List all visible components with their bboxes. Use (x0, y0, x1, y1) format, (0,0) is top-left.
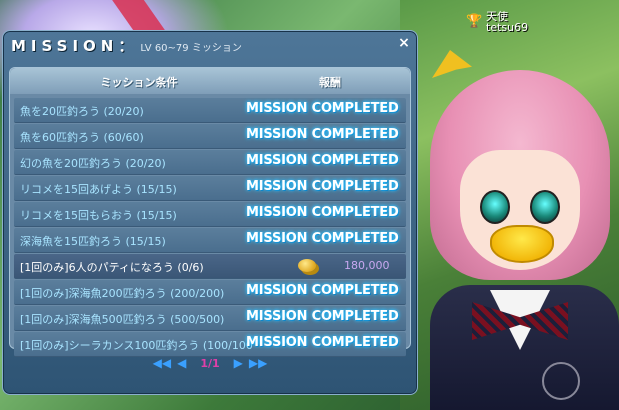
mission-condition: [1回のみ]シーラカンス100匹釣ろう (100/100) (20, 339, 252, 352)
mission-status: MISSION COMPLETED (246, 101, 399, 116)
column-condition: ミッション条件 (100, 76, 178, 89)
trophy-icon: 🏆 (466, 14, 483, 29)
window-subtitle: LV 60~79 ミッション (140, 43, 242, 54)
mission-status: MISSION COMPLETED (246, 179, 399, 194)
mission-condition: [1回のみ]深海魚200匹釣ろう (200/200) (20, 287, 225, 300)
mission-status: MISSION COMPLETED (246, 231, 399, 246)
mission-status: MISSION COMPLETED (246, 205, 399, 220)
mission-row[interactable]: 魚を20匹釣ろう (20/20) MISSION COMPLETED (14, 98, 406, 123)
mission-list-panel: ミッション条件 報酬 魚を20匹釣ろう (20/20) MISSION COMP… (9, 67, 411, 357)
mission-condition: 魚を20匹釣ろう (20/20) (20, 105, 144, 118)
player-character[interactable] (430, 40, 619, 410)
character-beak (490, 225, 554, 263)
mission-status: MISSION COMPLETED (246, 283, 399, 298)
character-emblem (542, 362, 580, 400)
mission-row-active[interactable]: [1回のみ]6人のパティになろう (0/6) 180,000 (14, 254, 406, 279)
mission-status: MISSION COMPLETED (246, 335, 399, 350)
window-header: MISSION： LV 60~79 ミッション (11, 35, 242, 57)
mission-condition: 深海魚を15匹釣ろう (15/15) (20, 235, 166, 248)
mission-condition: 幻の魚を20匹釣ろう (20/20) (20, 157, 166, 170)
prev-page-icon[interactable]: ◀ (177, 356, 186, 370)
mission-condition: 魚を60匹釣ろう (60/60) (20, 131, 144, 144)
column-header: ミッション条件 報酬 (10, 68, 410, 94)
first-page-icon[interactable]: ◀◀ (153, 356, 171, 370)
character-left-eye (480, 190, 510, 224)
mission-row[interactable]: [1回のみ]深海魚200匹釣ろう (200/200) MISSION COMPL… (14, 280, 406, 305)
mission-condition: リコメを15回あげよう (15/15) (20, 183, 177, 196)
last-page-icon[interactable]: ▶▶ (249, 356, 267, 370)
mission-row[interactable]: リコメを15回あげよう (15/15) MISSION COMPLETED (14, 176, 406, 201)
page-indicator: 1/1 (200, 356, 220, 370)
close-icon[interactable]: × (397, 36, 411, 50)
mission-condition: [1回のみ]6人のパティになろう (0/6) (20, 261, 204, 274)
mission-window: MISSION： LV 60~79 ミッション × ミッション条件 報酬 魚を2… (2, 30, 418, 395)
next-page-icon[interactable]: ▶ (234, 356, 243, 370)
mission-row[interactable]: [1回のみ]深海魚500匹釣ろう (500/500) MISSION COMPL… (14, 306, 406, 331)
mission-row[interactable]: 幻の魚を20匹釣ろう (20/20) MISSION COMPLETED (14, 150, 406, 175)
column-reward: 報酬 (319, 76, 341, 89)
mission-reward: 180,000 (344, 259, 390, 272)
mission-row[interactable]: リコメを15回もらおう (15/15) MISSION COMPLETED (14, 202, 406, 227)
window-title: MISSION： (11, 37, 139, 55)
character-right-eye (530, 190, 560, 224)
mission-condition: リコメを15回もらおう (15/15) (20, 209, 177, 222)
mission-row[interactable]: 魚を60匹釣ろう (60/60) MISSION COMPLETED (14, 124, 406, 149)
mission-row[interactable]: 深海魚を15匹釣ろう (15/15) MISSION COMPLETED (14, 228, 406, 253)
player-name: tetsu69 (486, 21, 529, 34)
mission-status: MISSION COMPLETED (246, 309, 399, 324)
mission-rows: 魚を20匹釣ろう (20/20) MISSION COMPLETED 魚を60匹… (14, 98, 406, 358)
mission-status: MISSION COMPLETED (246, 153, 399, 168)
coin-icon (298, 259, 316, 272)
pagination: ◀◀ ◀ 1/1 ▶ ▶▶ (3, 353, 417, 373)
mission-status: MISSION COMPLETED (246, 127, 399, 142)
mission-condition: [1回のみ]深海魚500匹釣ろう (500/500) (20, 313, 225, 326)
